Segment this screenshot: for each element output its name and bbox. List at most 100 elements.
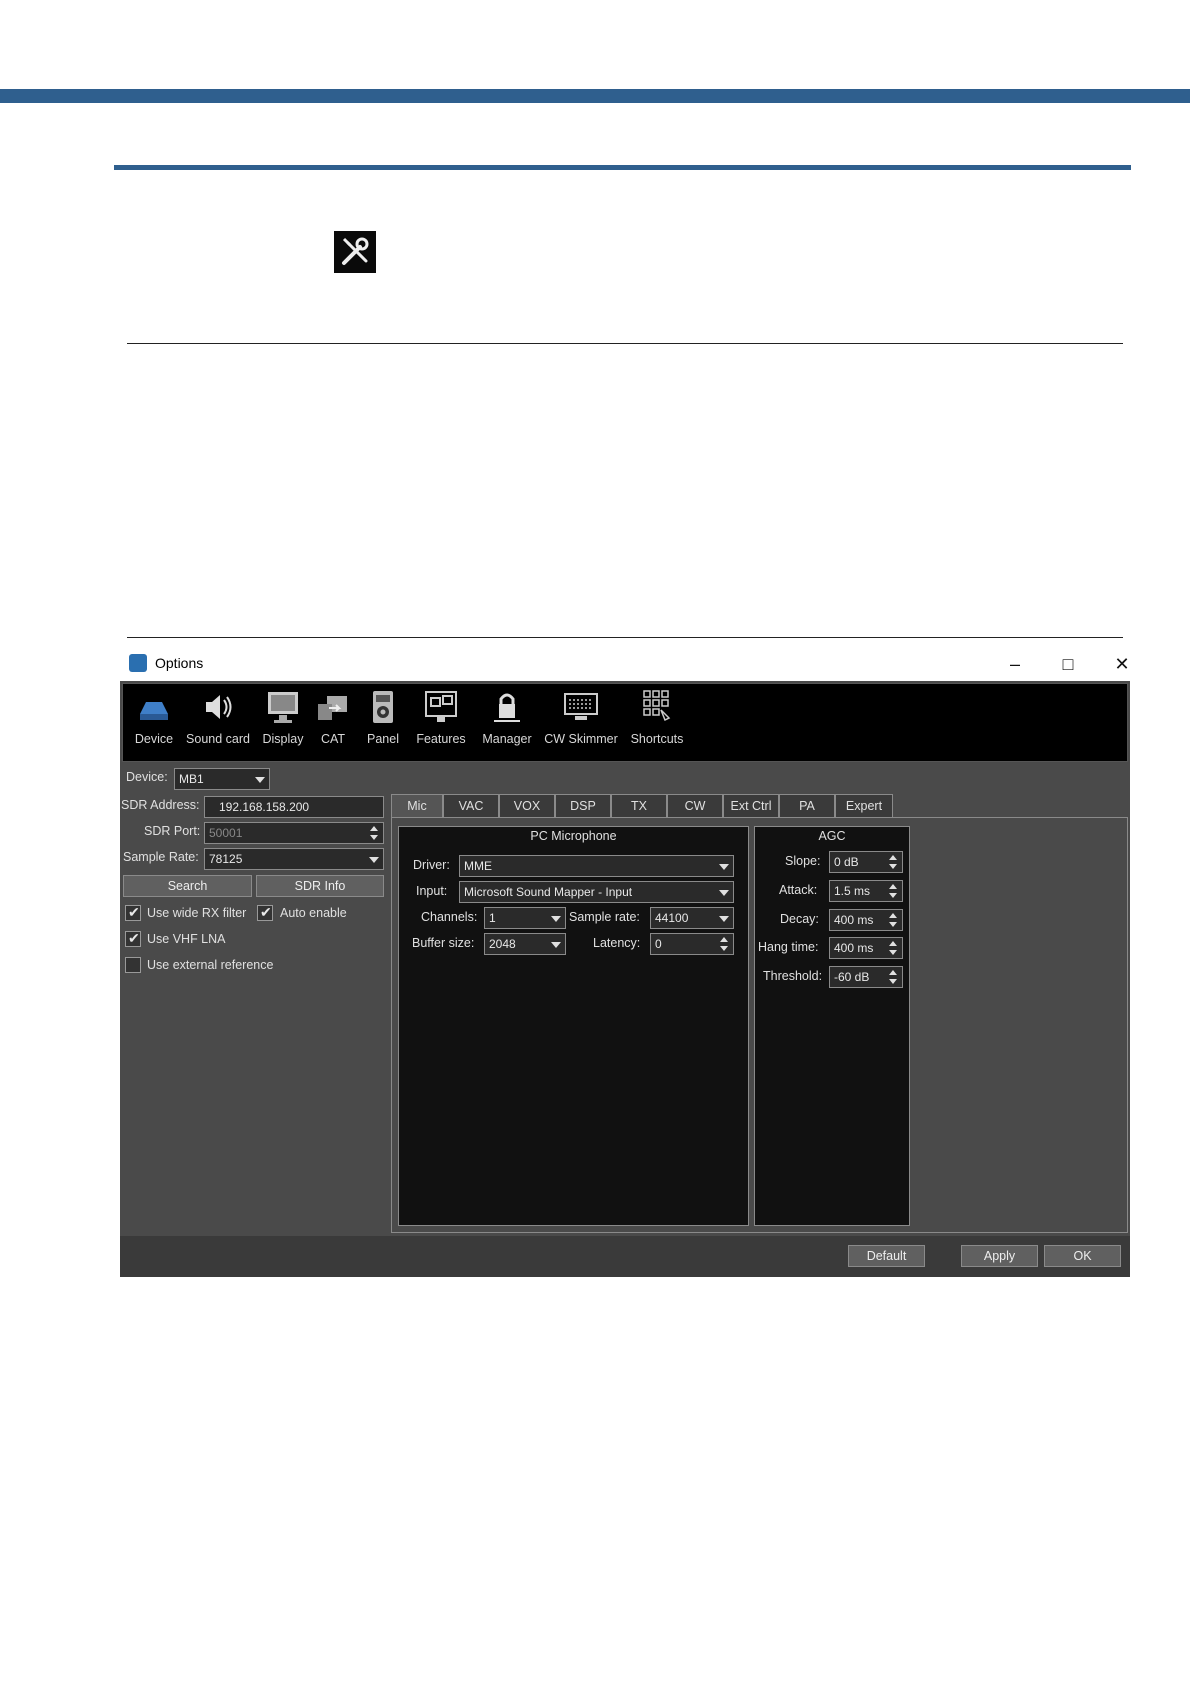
apply-button[interactable]: Apply [961,1245,1038,1267]
panel-icon [373,691,393,723]
toolbar-cat[interactable]: CAT [313,688,353,758]
driver-label: Driver: [413,858,450,872]
spin-arrows-icon [889,884,897,898]
device-select-value: MB1 [179,772,204,786]
search-button[interactable]: Search [123,875,252,897]
auto-enable-label: Auto enable [280,906,347,920]
sdr-port-spinbox[interactable]: 50001 [204,822,384,844]
decay-spinbox[interactable]: 400 ms [829,909,903,931]
slope-label: Slope: [785,854,821,868]
spin-arrows-icon [889,855,897,869]
auto-enable-checkbox[interactable]: ✔ [257,904,273,921]
toolbar-label: CW Skimmer [544,732,618,746]
threshold-label: Threshold: [763,969,823,983]
tab-mic[interactable]: Mic [391,794,443,818]
sample-rate-label: Sample Rate: [123,850,199,864]
slope-spinbox[interactable]: 0 dB [829,851,903,873]
header-band [0,89,1190,103]
toolbar-label: Display [262,732,304,746]
dialog-footer: Default Apply OK [120,1236,1130,1277]
channels-value: 1 [489,911,496,925]
vhf-lna-label: Use VHF LNA [147,932,226,946]
minimize-button[interactable]: – [990,648,1040,680]
toolbar-device[interactable]: Device [131,688,177,758]
toolbar-label: Shortcuts [630,732,684,746]
buffer-size-label: Buffer size: [412,936,475,950]
wide-rx-filter-label: Use wide RX filter [147,906,247,920]
tab-pa[interactable]: PA [779,794,835,818]
external-reference-checkbox[interactable] [125,957,141,973]
tab-expert[interactable]: Expert [835,794,893,818]
wide-rx-filter-checkbox[interactable]: ✔ [125,904,141,921]
input-select[interactable]: Microsoft Sound Mapper - Input [459,881,734,903]
vhf-lna-checkbox[interactable]: ✔ [125,930,141,947]
chevron-down-icon [719,864,729,870]
app-icon [129,654,147,672]
device-icon [140,702,168,720]
agc-title: AGC [818,829,846,843]
mic-sample-rate-label: Sample rate: [569,910,640,924]
sdr-port-label: SDR Port: [144,824,201,838]
hang-time-label: Hang time: [758,940,819,954]
toolbar-label: Panel [367,732,399,746]
sdr-info-button[interactable]: SDR Info [256,875,384,897]
shortcuts-icon [643,690,671,722]
tab-ext-ctrl[interactable]: Ext Ctrl [723,794,779,818]
toolbar-shortcuts[interactable]: Shortcuts [627,688,687,758]
toolbar-manager[interactable]: Manager [479,688,535,758]
spin-arrows-icon [889,913,897,927]
toolbar-panel[interactable]: Panel [363,688,403,758]
device-label: Device: [126,770,168,784]
sample-rate-value: 78125 [209,852,243,866]
toolbar-display[interactable]: Display [259,688,307,758]
attack-spinbox[interactable]: 1.5 ms [829,880,903,902]
sample-rate-select[interactable]: 78125 [204,848,384,870]
attack-label: Attack: [779,883,818,897]
tab-cw[interactable]: CW [667,794,723,818]
close-button[interactable]: ✕ [1097,648,1147,680]
ok-button[interactable]: OK [1044,1245,1121,1267]
features-icon [425,691,457,722]
toolbar-label: Device [134,732,174,746]
window-titlebar[interactable]: Options – □ ✕ [120,648,1130,680]
tab-dsp[interactable]: DSP [555,794,611,818]
toolbar-sound-card[interactable]: Sound card [183,688,253,758]
divider-top [127,343,1123,344]
default-button[interactable]: Default [848,1245,925,1267]
sdr-port-value: 50001 [209,826,243,840]
latency-label: Latency: [593,936,641,950]
spin-arrows-icon [889,941,897,955]
pc-microphone-group: PC Microphone Driver: MME Input: Microso… [398,826,749,1226]
external-reference-label: Use external reference [147,958,274,972]
hang-time-value: 400 ms [834,941,874,955]
toolbar-cw-skimmer[interactable]: CW Skimmer [543,688,619,758]
cat-icon [318,696,347,720]
toolbar-features[interactable]: Features [413,688,469,758]
driver-select[interactable]: MME [459,855,734,877]
latency-spinbox[interactable]: 0 [650,933,734,955]
mic-sample-rate-select[interactable]: 44100 [650,907,734,929]
checkmark-icon: ✔ [260,904,272,920]
tab-vac[interactable]: VAC [443,794,499,818]
tab-vox[interactable]: VOX [499,794,555,818]
chevron-down-icon [255,777,265,783]
sdr-address-input[interactable]: 192.168.158.200 [204,796,384,818]
speaker-icon [206,695,232,719]
latency-value: 0 [655,937,662,951]
tab-tx[interactable]: TX [611,794,667,818]
keyboard-icon [564,693,598,720]
threshold-spinbox[interactable]: -60 dB [829,966,903,988]
lock-icon [494,693,520,722]
toolbar-label: Sound card [186,732,250,746]
pc-microphone-title: PC Microphone [530,829,617,843]
channels-select[interactable]: 1 [484,907,566,929]
hang-time-spinbox[interactable]: 400 ms [829,937,903,959]
input-value: Microsoft Sound Mapper - Input [464,885,633,899]
tools-icon [334,231,376,273]
toolbar-label: Features [416,732,466,746]
maximize-button[interactable]: □ [1043,648,1093,680]
device-select[interactable]: MB1 [174,768,270,790]
mic-tab-panel: PC Microphone Driver: MME Input: Microso… [391,817,1128,1233]
decay-label: Decay: [780,912,819,926]
buffer-size-select[interactable]: 2048 [484,933,566,955]
